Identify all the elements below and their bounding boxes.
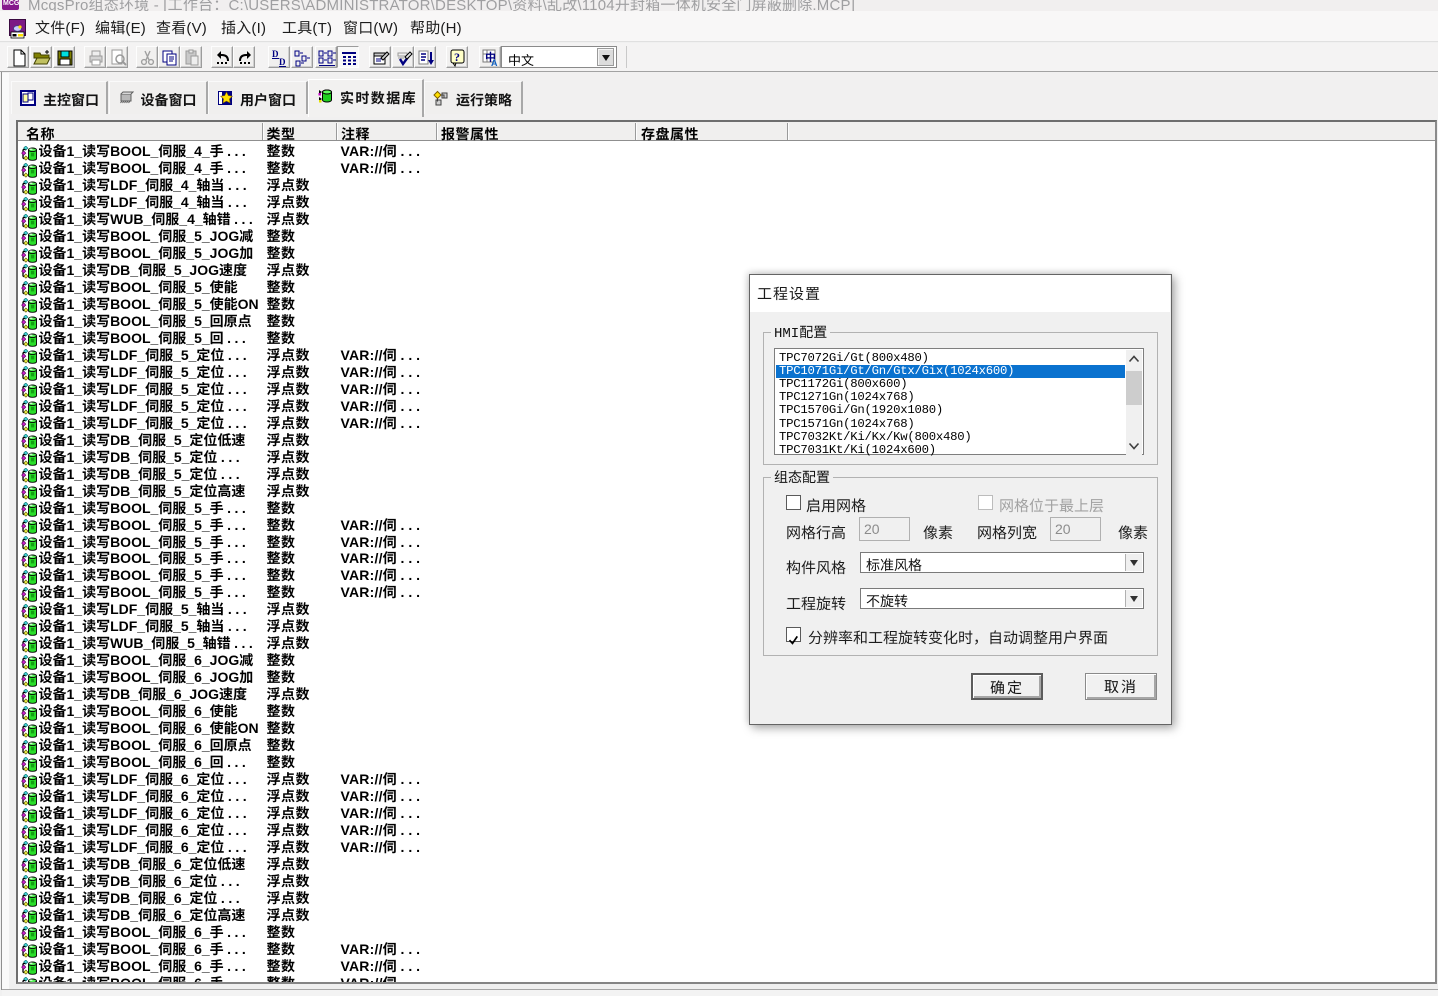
svg-text:D: D [279, 57, 286, 67]
svg-text:D: D [272, 49, 279, 59]
svg-text:?: ? [454, 50, 460, 64]
svg-text:A: A [491, 56, 498, 67]
